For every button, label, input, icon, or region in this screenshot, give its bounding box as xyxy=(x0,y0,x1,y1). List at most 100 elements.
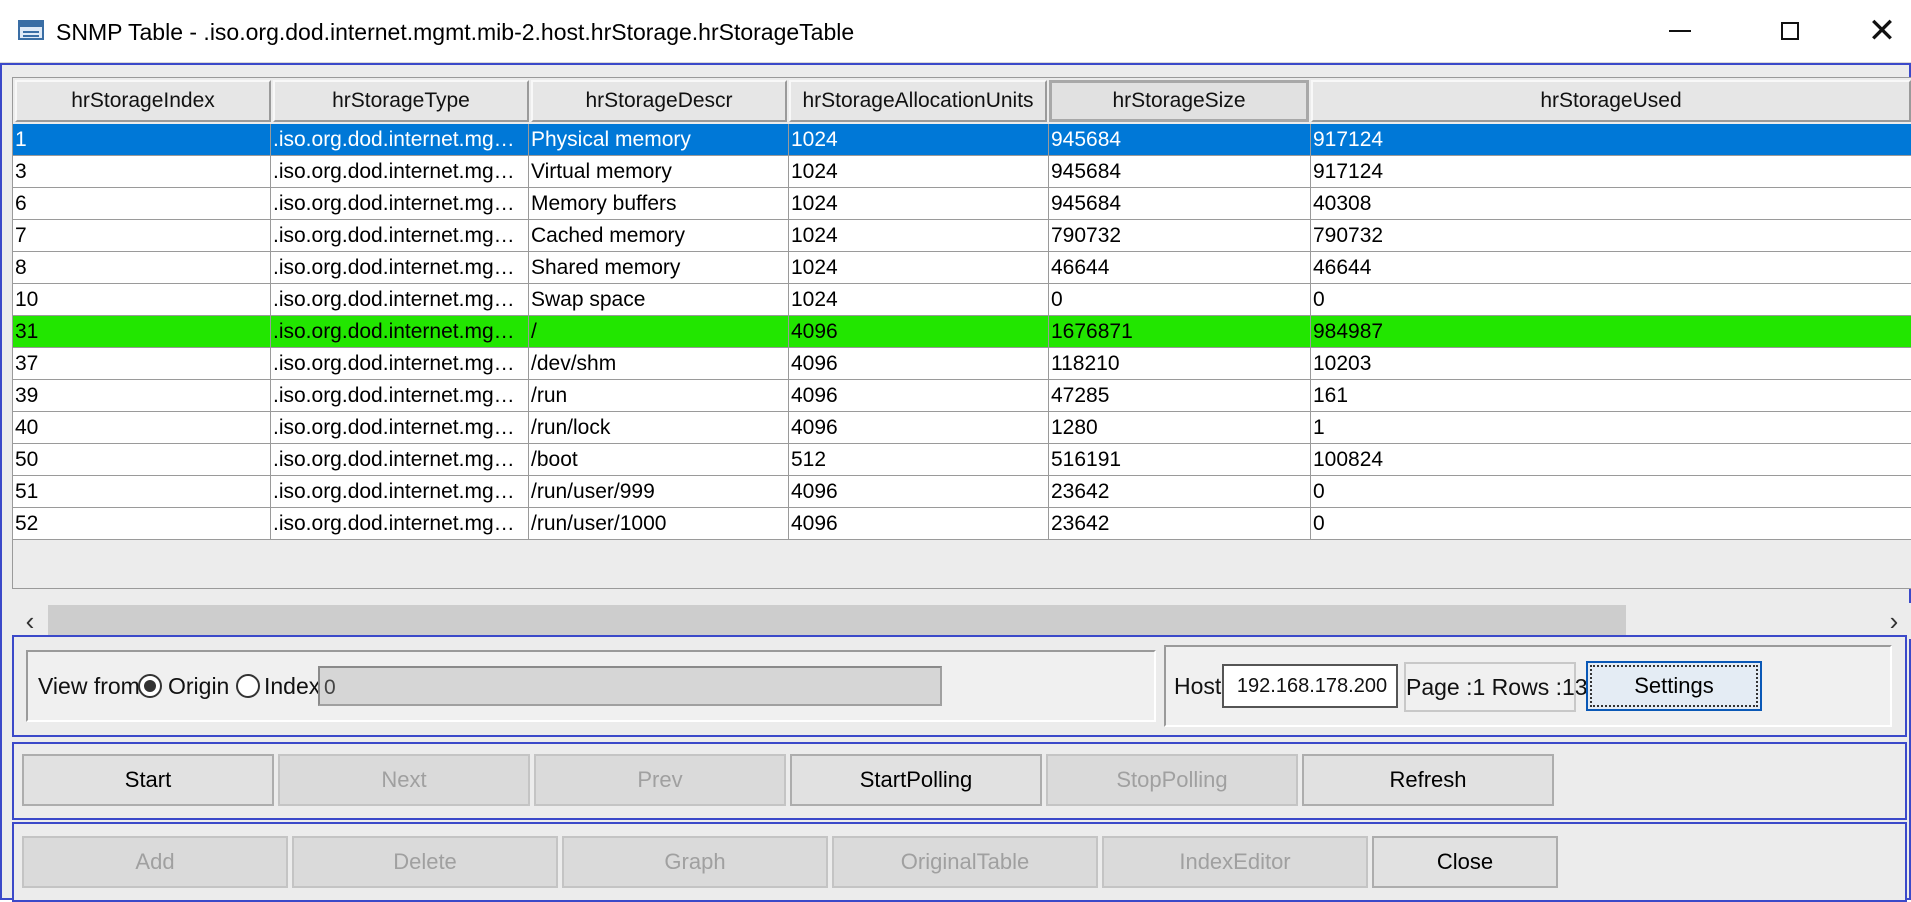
table-cell-hrStorageSize[interactable]: 0 xyxy=(1049,284,1311,315)
table-cell-hrStorageAllocationUnits[interactable]: 1024 xyxy=(789,124,1049,155)
table-cell-hrStorageAllocationUnits[interactable]: 1024 xyxy=(789,220,1049,251)
table-cell-hrStorageAllocationUnits[interactable]: 1024 xyxy=(789,156,1049,187)
table-cell-hrStorageAllocationUnits[interactable]: 4096 xyxy=(789,476,1049,507)
table-cell-hrStorageAllocationUnits[interactable]: 4096 xyxy=(789,348,1049,379)
next-button[interactable]: Next xyxy=(278,754,530,806)
minimize-button[interactable] xyxy=(1634,0,1726,62)
table-cell-hrStorageUsed[interactable]: 917124 xyxy=(1311,156,1911,187)
table-cell-hrStorageIndex[interactable]: 10 xyxy=(13,284,271,315)
table-cell-hrStorageSize[interactable]: 516191 xyxy=(1049,444,1311,475)
table-cell-hrStorageUsed[interactable]: 0 xyxy=(1311,284,1911,315)
refresh-button[interactable]: Refresh xyxy=(1302,754,1554,806)
table-row[interactable]: 6.iso.org.dod.internet.mgmt.m...Memory b… xyxy=(13,188,1911,220)
table-row[interactable]: 40.iso.org.dod.internet.mgmt.m.../run/lo… xyxy=(13,412,1911,444)
original-table-button[interactable]: OriginalTable xyxy=(832,836,1098,888)
host-input[interactable]: 192.168.178.200 xyxy=(1222,664,1398,708)
table-cell-hrStorageType[interactable]: .iso.org.dod.internet.mgmt.m... xyxy=(271,220,529,251)
table-cell-hrStorageUsed[interactable]: 46644 xyxy=(1311,252,1911,283)
table-cell-hrStorageAllocationUnits[interactable]: 1024 xyxy=(789,188,1049,219)
table-cell-hrStorageDescr[interactable]: /run/user/999 xyxy=(529,476,789,507)
table-cell-hrStorageDescr[interactable]: Shared memory xyxy=(529,252,789,283)
table-cell-hrStorageAllocationUnits[interactable]: 4096 xyxy=(789,508,1049,539)
index-radio[interactable] xyxy=(236,674,260,698)
table-cell-hrStorageSize[interactable]: 945684 xyxy=(1049,156,1311,187)
table-cell-hrStorageIndex[interactable]: 39 xyxy=(13,380,271,411)
table-cell-hrStorageType[interactable]: .iso.org.dod.internet.mgmt.m... xyxy=(271,380,529,411)
table-cell-hrStorageUsed[interactable]: 917124 xyxy=(1311,124,1911,155)
table-cell-hrStorageDescr[interactable]: Swap space xyxy=(529,284,789,315)
table-cell-hrStorageType[interactable]: .iso.org.dod.internet.mgmt.m... xyxy=(271,316,529,347)
table-cell-hrStorageIndex[interactable]: 51 xyxy=(13,476,271,507)
table-cell-hrStorageDescr[interactable]: Physical memory xyxy=(529,124,789,155)
table-cell-hrStorageUsed[interactable]: 100824 xyxy=(1311,444,1911,475)
table-cell-hrStorageAllocationUnits[interactable]: 4096 xyxy=(789,412,1049,443)
table-cell-hrStorageAllocationUnits[interactable]: 1024 xyxy=(789,252,1049,283)
table-cell-hrStorageDescr[interactable]: Memory buffers xyxy=(529,188,789,219)
table-cell-hrStorageDescr[interactable]: /run/user/1000 xyxy=(529,508,789,539)
table-cell-hrStorageIndex[interactable]: 6 xyxy=(13,188,271,219)
table-cell-hrStorageSize[interactable]: 945684 xyxy=(1049,188,1311,219)
table-cell-hrStorageSize[interactable]: 945684 xyxy=(1049,124,1311,155)
table-cell-hrStorageUsed[interactable]: 0 xyxy=(1311,508,1911,539)
index-editor-button[interactable]: IndexEditor xyxy=(1102,836,1368,888)
table-cell-hrStorageSize[interactable]: 790732 xyxy=(1049,220,1311,251)
table-cell-hrStorageIndex[interactable]: 7 xyxy=(13,220,271,251)
settings-button[interactable]: Settings xyxy=(1586,661,1762,711)
origin-radio[interactable] xyxy=(138,674,162,698)
snmp-table[interactable]: hrStorageIndex hrStorageType hrStorageDe… xyxy=(12,77,1911,589)
table-cell-hrStorageType[interactable]: .iso.org.dod.internet.mgmt.m... xyxy=(271,444,529,475)
table-cell-hrStorageIndex[interactable]: 50 xyxy=(13,444,271,475)
table-cell-hrStorageType[interactable]: .iso.org.dod.internet.mgmt.m... xyxy=(271,476,529,507)
table-row[interactable]: 1.iso.org.dod.internet.mgmt.m...Physical… xyxy=(13,124,1911,156)
stop-polling-button[interactable]: StopPolling xyxy=(1046,754,1298,806)
start-polling-button[interactable]: StartPolling xyxy=(790,754,1042,806)
delete-button[interactable]: Delete xyxy=(292,836,558,888)
graph-button[interactable]: Graph xyxy=(562,836,828,888)
table-cell-hrStorageAllocationUnits[interactable]: 4096 xyxy=(789,316,1049,347)
table-cell-hrStorageUsed[interactable]: 0 xyxy=(1311,476,1911,507)
table-row[interactable]: 39.iso.org.dod.internet.mgmt.m.../run409… xyxy=(13,380,1911,412)
scroll-thumb[interactable] xyxy=(48,605,1626,637)
table-cell-hrStorageSize[interactable]: 46644 xyxy=(1049,252,1311,283)
table-cell-hrStorageSize[interactable]: 1280 xyxy=(1049,412,1311,443)
table-cell-hrStorageDescr[interactable]: /run xyxy=(529,380,789,411)
horizontal-scrollbar[interactable]: ‹ › xyxy=(12,603,1911,639)
table-cell-hrStorageDescr[interactable]: /run/lock xyxy=(529,412,789,443)
table-cell-hrStorageType[interactable]: .iso.org.dod.internet.mgmt.m... xyxy=(271,252,529,283)
table-cell-hrStorageIndex[interactable]: 3 xyxy=(13,156,271,187)
table-row[interactable]: 8.iso.org.dod.internet.mgmt.m...Shared m… xyxy=(13,252,1911,284)
table-cell-hrStorageType[interactable]: .iso.org.dod.internet.mgmt.m... xyxy=(271,508,529,539)
table-cell-hrStorageUsed[interactable]: 40308 xyxy=(1311,188,1911,219)
table-cell-hrStorageType[interactable]: .iso.org.dod.internet.mgmt.m... xyxy=(271,188,529,219)
column-header-hrStorageType[interactable]: hrStorageType xyxy=(273,80,529,122)
table-cell-hrStorageUsed[interactable]: 1 xyxy=(1311,412,1911,443)
table-cell-hrStorageSize[interactable]: 118210 xyxy=(1049,348,1311,379)
table-cell-hrStorageDescr[interactable]: /dev/shm xyxy=(529,348,789,379)
table-row[interactable]: 52.iso.org.dod.internet.mgmt.m.../run/us… xyxy=(13,508,1911,540)
maximize-button[interactable] xyxy=(1744,0,1836,62)
start-button[interactable]: Start xyxy=(22,754,274,806)
table-cell-hrStorageType[interactable]: .iso.org.dod.internet.mgmt.m... xyxy=(271,284,529,315)
table-cell-hrStorageType[interactable]: .iso.org.dod.internet.mgmt.m... xyxy=(271,156,529,187)
table-cell-hrStorageUsed[interactable]: 161 xyxy=(1311,380,1911,411)
table-cell-hrStorageIndex[interactable]: 40 xyxy=(13,412,271,443)
column-header-hrStorageAllocationUnits[interactable]: hrStorageAllocationUnits xyxy=(789,80,1047,122)
table-cell-hrStorageDescr[interactable]: Cached memory xyxy=(529,220,789,251)
column-header-hrStorageUsed[interactable]: hrStorageUsed xyxy=(1311,80,1911,122)
table-cell-hrStorageUsed[interactable]: 790732 xyxy=(1311,220,1911,251)
table-cell-hrStorageIndex[interactable]: 8 xyxy=(13,252,271,283)
column-header-hrStorageIndex[interactable]: hrStorageIndex xyxy=(15,80,271,122)
table-row[interactable]: 10.iso.org.dod.internet.mgmt.m...Swap sp… xyxy=(13,284,1911,316)
table-cell-hrStorageType[interactable]: .iso.org.dod.internet.mgmt.m... xyxy=(271,348,529,379)
close-window-button[interactable]: ✕ xyxy=(1836,0,1911,62)
table-cell-hrStorageDescr[interactable]: Virtual memory xyxy=(529,156,789,187)
prev-button[interactable]: Prev xyxy=(534,754,786,806)
close-button[interactable]: Close xyxy=(1372,836,1558,888)
add-button[interactable]: Add xyxy=(22,836,288,888)
table-row[interactable]: 50.iso.org.dod.internet.mgmt.m.../boot51… xyxy=(13,444,1911,476)
table-cell-hrStorageSize[interactable]: 23642 xyxy=(1049,476,1311,507)
table-cell-hrStorageType[interactable]: .iso.org.dod.internet.mgmt.m... xyxy=(271,124,529,155)
scroll-right-icon[interactable]: › xyxy=(1876,603,1911,639)
table-row[interactable]: 37.iso.org.dod.internet.mgmt.m.../dev/sh… xyxy=(13,348,1911,380)
table-cell-hrStorageUsed[interactable]: 984987 xyxy=(1311,316,1911,347)
